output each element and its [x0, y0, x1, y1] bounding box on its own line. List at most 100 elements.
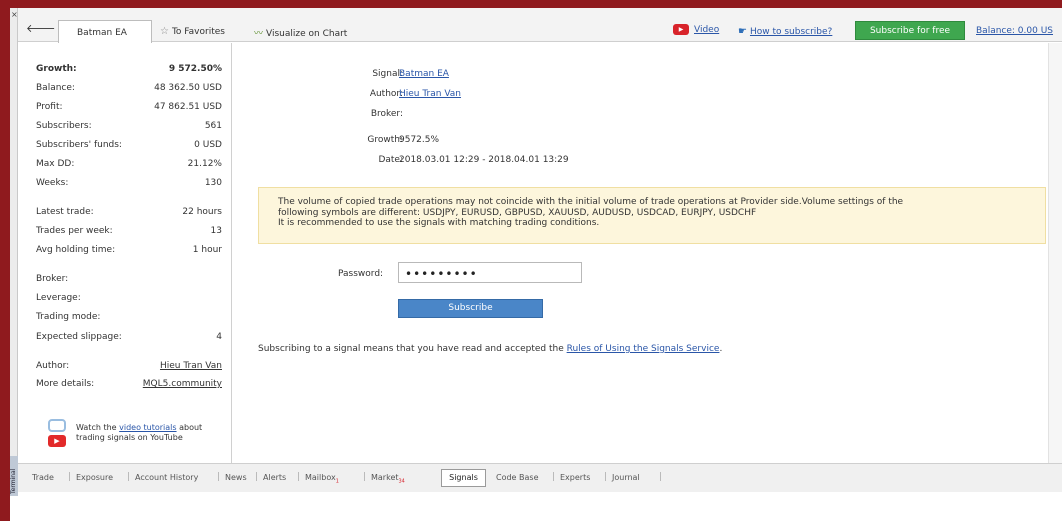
broker-field-label: Broker:: [370, 109, 403, 119]
video-text-prefix: Watch the: [76, 423, 120, 432]
stat-value: 47 862.51 USD: [154, 102, 222, 112]
stat-label: Growth:: [36, 64, 77, 74]
stat-label: Latest trade:: [36, 207, 94, 217]
stat-subscribers: Subscribers: 561: [36, 121, 222, 135]
hand-icon: ☛: [738, 26, 747, 37]
mailbox-badge: 1: [335, 478, 339, 485]
stat-label: Broker:: [36, 274, 69, 284]
balance-link[interactable]: Balance: 0.00 US: [976, 26, 1053, 36]
stat-balance: Balance: 48 362.50 USD: [36, 83, 222, 97]
stat-latest-trade: Latest trade: 22 hours: [36, 207, 222, 221]
stat-trades-per-week: Trades per week: 13: [36, 226, 222, 240]
stat-label: Subscribers' funds:: [36, 140, 122, 150]
stat-label: Avg holding time:: [36, 245, 116, 255]
stat-expected-slippage: Expected slippage: 4: [36, 332, 222, 346]
mql5-community-link[interactable]: MQL5.community: [143, 379, 222, 389]
stat-label: Trades per week:: [36, 226, 113, 236]
tab-journal[interactable]: Journal: [612, 473, 640, 482]
stat-value: 0 USD: [194, 140, 222, 150]
tab-exposure[interactable]: Exposure: [76, 473, 113, 482]
arrow-left-icon[interactable]: 🡐: [26, 21, 56, 35]
visualize-on-chart-button[interactable]: 〰 Visualize on Chart: [254, 26, 347, 39]
tab-trade[interactable]: Trade: [32, 473, 54, 482]
date-field-label: Date:: [378, 155, 403, 165]
signal-stats-sidebar: Growth: 9 572.50% Balance: 48 362.50 USD…: [18, 43, 232, 463]
warning-line: The volume of copied trade operations ma…: [278, 197, 904, 207]
tab-batman-ea[interactable]: Batman EA: [58, 20, 152, 43]
tab-signals[interactable]: Signals: [441, 469, 486, 487]
password-field[interactable]: •••••••••: [398, 262, 582, 283]
password-label: Password:: [338, 269, 384, 279]
signal-name-link[interactable]: Batman EA: [399, 69, 449, 79]
stat-broker: Broker:: [36, 274, 222, 288]
video-label: Video: [694, 25, 720, 35]
stat-max-dd: Max DD: 21.12%: [36, 159, 222, 173]
youtube-icon: ▶: [673, 24, 689, 35]
tab-mailbox-label: Mailbox: [305, 473, 336, 482]
stat-value: 21.12%: [187, 159, 222, 169]
stat-value: 13: [210, 226, 222, 236]
subscribe-free-button[interactable]: Subscribe for free: [855, 21, 965, 40]
stat-value: 1 hour: [192, 245, 222, 255]
tab-mailbox[interactable]: Mailbox1: [305, 473, 339, 485]
video-link[interactable]: ▶ Video: [673, 24, 719, 35]
stat-profit: Profit: 47 862.51 USD: [36, 102, 222, 116]
stat-label: Weeks:: [36, 178, 69, 188]
stat-label: Leverage:: [36, 293, 81, 303]
warning-line: It is recommended to use the signals wit…: [278, 218, 600, 228]
stat-more-details: More details: MQL5.community: [36, 379, 222, 393]
youtube-tutorial-icon[interactable]: ▶: [46, 419, 68, 449]
stat-growth: Growth: 9 572.50%: [36, 64, 222, 78]
stat-leverage: Leverage:: [36, 293, 222, 307]
stat-label: Subscribers:: [36, 121, 92, 131]
stat-label: Expected slippage:: [36, 332, 122, 342]
favorites-label: To Favorites: [171, 27, 225, 37]
tab-separator: |: [297, 472, 301, 482]
close-icon[interactable]: ×: [11, 10, 18, 19]
stat-label: Trading mode:: [36, 312, 101, 322]
rules-link[interactable]: Rules of Using the Signals Service: [567, 344, 720, 354]
how-to-subscribe-link[interactable]: ☛ How to subscribe?: [738, 26, 832, 37]
tab-code-base[interactable]: Code Base: [496, 473, 539, 482]
add-to-favorites-button[interactable]: ☆ To Favorites: [160, 26, 225, 37]
terminal-side-label[interactable]: Terminal: [10, 456, 18, 496]
video-tutorials-link[interactable]: video tutorials: [119, 423, 176, 432]
stat-label: Balance:: [36, 83, 75, 93]
terminal-bottom-tabs: Trade | Exposure | Account History | New…: [18, 463, 1062, 492]
stat-value: 130: [204, 178, 222, 188]
stat-value: 9 572.50%: [168, 64, 222, 74]
subscribe-button[interactable]: Subscribe: [398, 299, 543, 318]
market-badge: 34: [398, 478, 405, 485]
stat-label: More details:: [36, 379, 95, 389]
tab-separator: |: [552, 472, 556, 482]
author-link[interactable]: Hieu Tran Van: [160, 361, 222, 371]
author-field-label: Author:: [369, 89, 403, 99]
stat-subscribers-funds: Subscribers' funds: 0 USD: [36, 140, 222, 154]
growth-value: 9572.5%: [399, 135, 440, 145]
stat-value: 48 362.50 USD: [154, 83, 222, 93]
rules-end: .: [719, 344, 723, 354]
tab-account-history[interactable]: Account History: [135, 473, 198, 482]
tab-separator: |: [217, 472, 221, 482]
author-name-link[interactable]: Hieu Tran Van: [399, 89, 461, 99]
tab-news[interactable]: News: [225, 473, 247, 482]
tab-label: Batman EA: [77, 28, 127, 38]
tab-separator: |: [363, 472, 367, 482]
warning-line: following symbols are different: USDJPY,…: [278, 207, 757, 218]
tab-separator: |: [604, 472, 608, 482]
video-tutorial-text: Watch the video tutorials about trading …: [76, 423, 226, 443]
signal-details-panel: Signal: Batman EA Author: Hieu Tran Van …: [233, 43, 1062, 463]
window-frame-top: [0, 0, 1062, 8]
star-icon: ☆: [160, 26, 169, 37]
chart-icon: 〰: [254, 29, 264, 39]
signal-field-label: Signal:: [372, 69, 403, 79]
rules-notice: Subscribing to a signal means that you h…: [258, 344, 722, 354]
tab-market-label: Market: [371, 473, 399, 482]
tab-experts[interactable]: Experts: [560, 473, 590, 482]
vertical-scrollbar[interactable]: [1048, 43, 1062, 463]
stat-avg-holding-time: Avg holding time: 1 hour: [36, 245, 222, 259]
tab-market[interactable]: Market34: [371, 473, 405, 485]
stat-label: Max DD:: [36, 159, 75, 169]
stat-author: Author: Hieu Tran Van: [36, 361, 222, 375]
tab-alerts[interactable]: Alerts: [263, 473, 286, 482]
